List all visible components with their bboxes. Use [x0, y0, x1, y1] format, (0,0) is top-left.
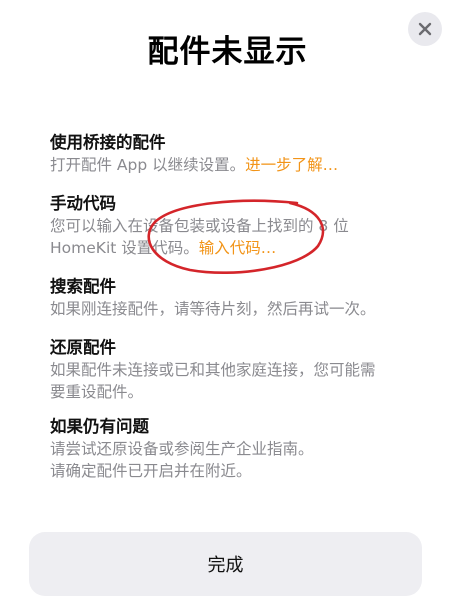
section-body: 如果配件未连接或已和其他家庭连接，您可能需 要重设配件。	[50, 359, 445, 403]
section-body: 请尝试还原设备或参阅生产企业指南。 请确定配件已开启并在附近。	[50, 438, 445, 482]
body-line: 打开配件 App 以继续设置。	[50, 156, 246, 174]
section-search-accessories: 搜索配件 如果刚连接配件，请等待片刻，然后再试一次。	[50, 276, 445, 320]
body-line: 如果配件未连接或已和其他家庭连接，您可能需	[50, 361, 376, 379]
enter-code-link[interactable]: 输入代码…	[199, 239, 277, 257]
body-line: 您可以输入在设备包装或设备上找到的 8 位	[50, 217, 349, 235]
section-still-having-issues: 如果仍有问题 请尝试还原设备或参阅生产企业指南。 请确定配件已开启并在附近。	[50, 416, 445, 482]
body-line: 请确定配件已开启并在附近。	[50, 462, 252, 480]
section-body: 打开配件 App 以继续设置。进一步了解…	[50, 154, 445, 176]
body-line: 请尝试还原设备或参阅生产企业指南。	[50, 440, 314, 458]
section-body: 您可以输入在设备包装或设备上找到的 8 位 HomeKit 设置代码。输入代码…	[50, 215, 445, 259]
learn-more-link[interactable]: 进一步了解…	[245, 156, 338, 174]
section-title: 手动代码	[50, 194, 116, 213]
section-title: 使用桥接的配件	[50, 133, 166, 152]
section-manual-code: 手动代码 您可以输入在设备包装或设备上找到的 8 位 HomeKit 设置代码。…	[50, 193, 445, 259]
body-line: 要重设配件。	[50, 383, 144, 401]
section-body: 如果刚连接配件，请等待片刻，然后再试一次。	[50, 298, 445, 320]
section-title: 搜索配件	[50, 277, 116, 296]
section-title: 如果仍有问题	[50, 417, 149, 436]
body-line: HomeKit 设置代码。	[50, 239, 199, 257]
section-reset-accessory: 还原配件 如果配件未连接或已和其他家庭连接，您可能需 要重设配件。	[50, 337, 445, 403]
body-line: 如果刚连接配件，请等待片刻，然后再试一次。	[50, 300, 376, 318]
section-title: 还原配件	[50, 338, 116, 357]
section-bridged-accessories: 使用桥接的配件 打开配件 App 以继续设置。进一步了解…	[50, 132, 445, 176]
done-button[interactable]: 完成	[29, 532, 422, 596]
page-title: 配件未显示	[147, 34, 308, 70]
